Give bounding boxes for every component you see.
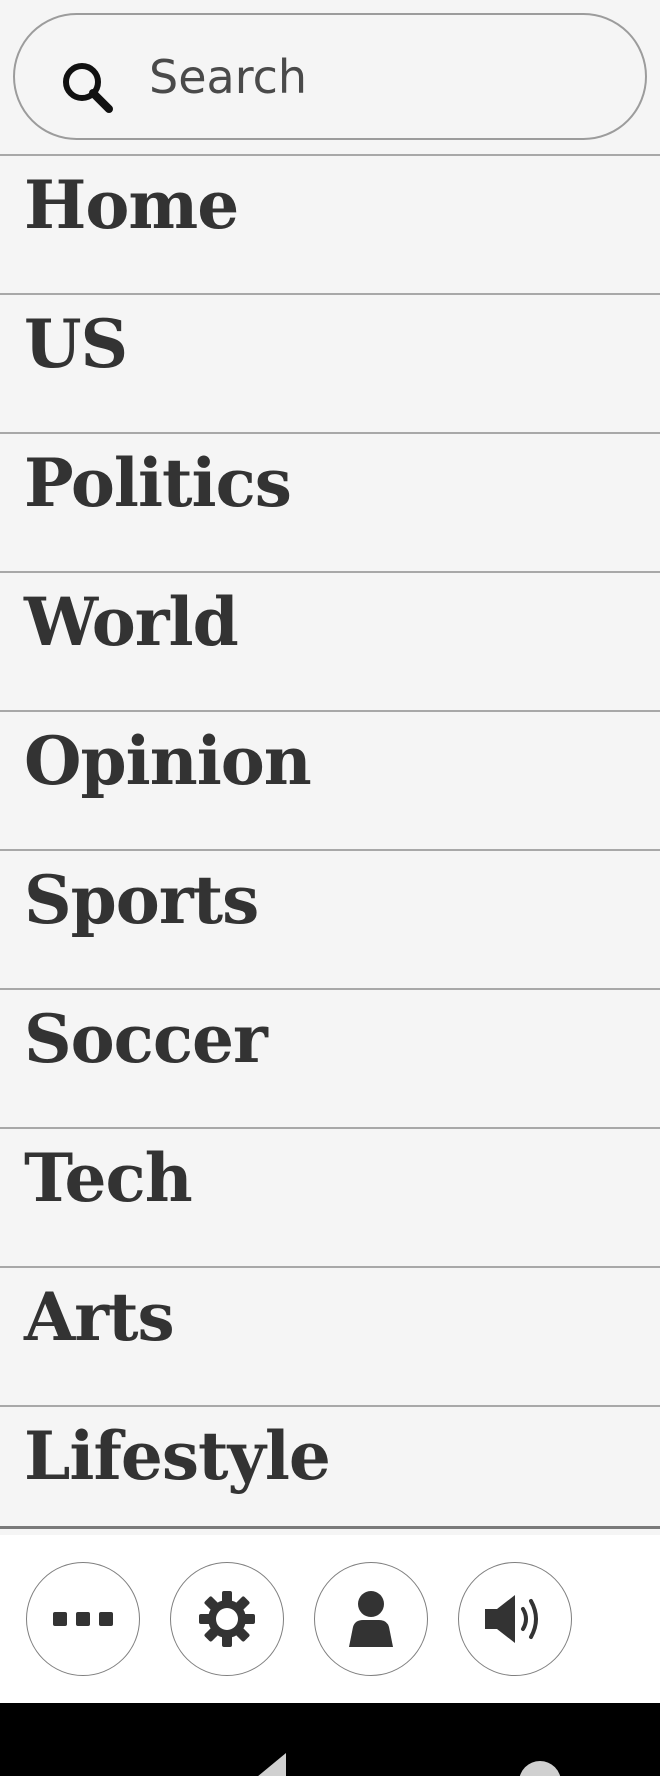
nav-item-label: Tech [24,1139,193,1217]
nav-item-sports[interactable]: Sports [0,851,660,990]
person-icon [349,1591,393,1647]
more-button[interactable] [26,1562,140,1676]
nav-item-label: World [24,583,239,661]
nav-item-home[interactable]: Home [0,156,660,295]
section-nav-list: Home US Politics World Opinion Sports So… [0,156,660,1529]
audio-button[interactable] [458,1562,572,1676]
bottom-toolbar [0,1535,660,1703]
nav-item-opinion[interactable]: Opinion [0,712,660,851]
speaker-icon [485,1595,538,1643]
nav-item-politics[interactable]: Politics [0,434,660,573]
nav-item-label: Soccer [24,1000,268,1078]
more-icon [53,1612,113,1626]
nav-item-tech[interactable]: Tech [0,1129,660,1268]
nav-item-label: Sports [24,861,259,939]
gear-icon [199,1591,255,1647]
nav-item-label: Opinion [24,722,312,800]
nav-item-label: Politics [24,444,292,522]
navigation-drawer: Home US Politics World Opinion Sports So… [0,0,660,1776]
nav-item-label: Arts [24,1278,175,1356]
nav-item-arts[interactable]: Arts [0,1268,660,1407]
nav-item-label: US [24,305,128,383]
nav-item-lifestyle[interactable]: Lifestyle [0,1407,660,1529]
nav-item-us[interactable]: US [0,295,660,434]
settings-button[interactable] [170,1562,284,1676]
search-bar[interactable] [13,13,647,140]
nav-item-label: Home [24,166,239,244]
nav-item-world[interactable]: World [0,573,660,712]
search-input[interactable] [149,45,609,109]
system-navigation-bar [0,1703,660,1776]
search-icon [63,63,113,113]
nav-item-soccer[interactable]: Soccer [0,990,660,1129]
account-button[interactable] [314,1562,428,1676]
back-icon[interactable] [238,1751,288,1776]
nav-item-label: Lifestyle [24,1417,331,1495]
search-section [0,0,660,156]
home-icon[interactable] [517,1759,563,1776]
